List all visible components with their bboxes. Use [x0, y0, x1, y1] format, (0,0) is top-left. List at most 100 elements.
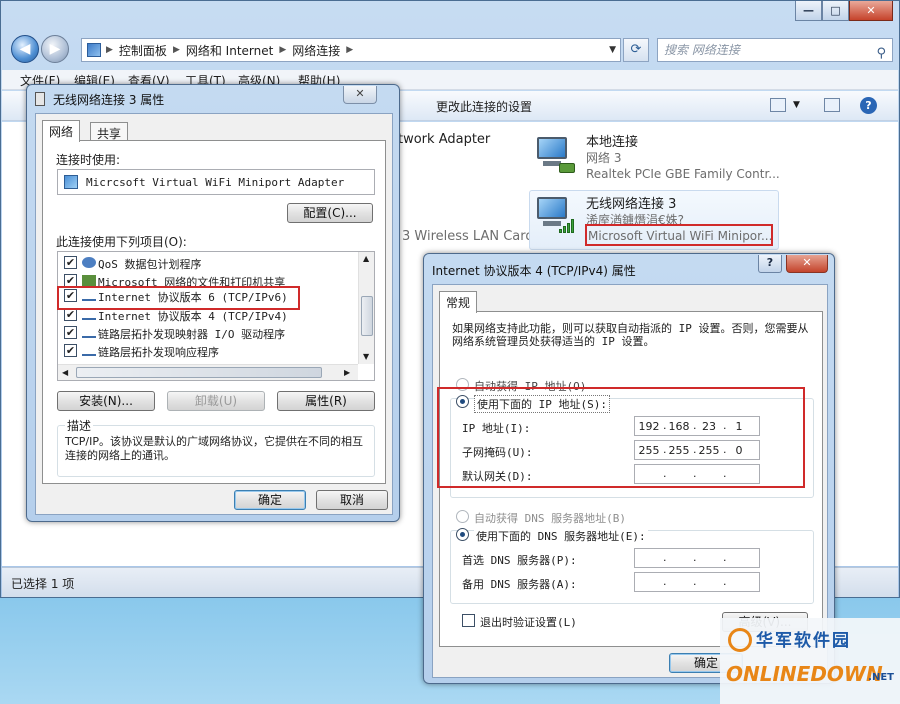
control-panel-icon [87, 43, 101, 57]
maximize-button[interactable]: □ [822, 1, 849, 21]
highlight-box [585, 224, 773, 246]
adapter-name: 本地连接 [586, 135, 639, 150]
cancel-button[interactable]: 取消 [316, 490, 388, 510]
chevron-down-icon[interactable]: ▼ [793, 100, 800, 110]
watermark-net: .NET [868, 672, 894, 683]
chevron-right-icon: ▶ [346, 45, 354, 55]
alternate-dns-field[interactable]: ... [634, 572, 760, 592]
uninstall-button[interactable]: 卸载(U) [167, 391, 265, 411]
scrollbar-thumb[interactable] [76, 367, 322, 378]
manual-dns-radio[interactable] [456, 528, 469, 541]
breadcrumb-network-connections[interactable]: 网络连接 [292, 42, 340, 59]
configure-button[interactable]: 配置(C)... [287, 203, 373, 223]
chevron-right-icon: ▶ [172, 45, 180, 55]
install-button[interactable]: 安装(N)... [57, 391, 155, 411]
manual-dns-label: 使用下面的 DNS 服务器地址(E): [474, 528, 648, 544]
validate-label: 退出时验证设置(L) [480, 616, 577, 629]
close-button[interactable]: ✕ [343, 86, 377, 104]
back-button[interactable]: ◀ [11, 35, 39, 63]
window-caption-buttons: — □ ✕ [795, 1, 893, 21]
adapter-name: Micrcsoft Virtual WiFi Miniport Adapter [86, 176, 345, 189]
minimize-button[interactable]: — [795, 1, 822, 21]
network-icon [35, 92, 45, 106]
preferred-dns-field[interactable]: ... [634, 548, 760, 568]
highlight-box [57, 286, 300, 310]
chevron-right-icon[interactable]: ▶ [344, 368, 350, 377]
checkbox[interactable]: ✔ [64, 256, 77, 269]
close-button[interactable]: ✕ [849, 1, 893, 21]
adapter-icon [64, 175, 78, 189]
share-icon [82, 275, 96, 286]
preferred-dns-label: 首选 DNS 服务器(P): [462, 554, 577, 567]
watermark-en-text: ONLINEDOWN [726, 662, 883, 686]
watermark-en: ONLINEDOWN [726, 662, 883, 686]
network-tab-panel: 连接时使用: Micrcsoft Virtual WiFi Miniport A… [42, 140, 386, 484]
checkbox[interactable]: ✔ [64, 344, 77, 357]
breadcrumb-network-internet[interactable]: 网络和 Internet [186, 42, 273, 59]
list-item[interactable]: ✔ QoS 数据包计划程序 [62, 254, 358, 271]
chevron-down-icon[interactable]: ▼ [363, 352, 369, 361]
list-item-label: 链路层拓扑发现映射器 I/O 驱动程序 [98, 328, 286, 341]
forward-button[interactable]: ▶ [41, 35, 69, 63]
scrollbar-thumb[interactable] [361, 296, 373, 336]
watermark-cn: 华军软件园 [756, 631, 851, 651]
chevron-right-icon: ▶ [279, 45, 287, 55]
chevron-left-icon[interactable]: ◀ [62, 368, 68, 377]
onlinedown-watermark-logo: 华军软件园 ONLINEDOWN .NET [720, 618, 900, 704]
auto-dns-label: 自动获得 DNS 服务器地址(B) [474, 512, 626, 525]
refresh-button[interactable]: ⟳ [623, 38, 649, 62]
search-placeholder: 搜索 网络连接 [664, 43, 740, 57]
alternate-dns-label: 备用 DNS 服务器(A): [462, 578, 577, 591]
preview-pane-icon[interactable] [824, 98, 840, 112]
tab-general[interactable]: 常规 [439, 291, 478, 313]
vertical-scrollbar[interactable]: ▲ ▼ [358, 252, 374, 364]
search-icon: ⚲ [876, 46, 886, 61]
status-text: 已选择 1 项 [11, 577, 75, 591]
tab-network[interactable]: 网络 [42, 120, 81, 142]
chevron-down-icon[interactable]: ▼ [609, 45, 616, 55]
description-text: TCP/IP。该协议是默认的广域网络协议，它提供在不同的相互连接的网络上的通讯。 [65, 435, 363, 462]
wireless-adapter-icon [533, 195, 574, 233]
breadcrumb-control-panel[interactable]: 控制面板 [119, 42, 167, 59]
adapter-local-connection[interactable]: 本地连接 网络 3 Realtek PCIe GBE Family Contr.… [531, 131, 801, 183]
protocol-icon [82, 327, 96, 338]
dialog-title: Internet 协议版本 4 (TCP/IPv4) 属性 [432, 264, 636, 278]
help-icon[interactable]: ? [860, 97, 877, 114]
list-item-label: QoS 数据包计划程序 [98, 258, 202, 271]
logo-ring-icon [728, 628, 752, 652]
qos-icon [82, 257, 96, 268]
close-button[interactable]: ✕ [786, 255, 828, 273]
adapter-device: Realtek PCIe GBE Family Contr... [586, 167, 780, 181]
adapter-network: 网络 3 [586, 151, 622, 165]
view-options-icon[interactable] [770, 98, 786, 112]
protocol-icon [82, 309, 96, 320]
checkbox[interactable]: ✔ [64, 326, 77, 339]
address-bar[interactable]: ▶ 控制面板 ▶ 网络和 Internet ▶ 网络连接 ▶ ▼ [81, 38, 621, 62]
ok-button[interactable]: 确定 [234, 490, 306, 510]
list-item[interactable]: ✔ 链路层拓扑发现响应程序 [62, 342, 358, 359]
adapter-field: Micrcsoft Virtual WiFi Miniport Adapter [57, 169, 375, 195]
components-list: ✔ QoS 数据包计划程序 ✔ Microsoft 网络的文件和打印机共享 ✔ … [57, 251, 375, 381]
adapter-name-partial: twork Adapter [398, 132, 491, 147]
navigation-bar: ◀ ▶ ▶ 控制面板 ▶ 网络和 Internet ▶ 网络连接 ▶ ▼ ⟳ 搜… [9, 35, 893, 65]
validate-checkbox[interactable] [462, 614, 475, 627]
highlight-box [437, 387, 805, 488]
list-item-label: Internet 协议版本 4 (TCP/IPv4) [98, 310, 288, 323]
protocol-icon [82, 345, 96, 356]
change-settings-command[interactable]: 更改此连接的设置 [436, 98, 532, 115]
dialog-title: 无线网络连接 3 属性 [53, 93, 165, 107]
auto-dns-radio[interactable] [456, 510, 469, 523]
properties-button[interactable]: 属性(R) [277, 391, 375, 411]
network-adapter-icon [533, 135, 575, 173]
description-label: 描述 [65, 417, 94, 434]
dialog-body: 网络 共享 连接时使用: Micrcsoft Virtual WiFi Mini… [35, 113, 393, 515]
adapter-device-partial: 3 Wireless LAN Card [402, 229, 534, 244]
horizontal-scrollbar[interactable]: ◀ ▶ [58, 364, 358, 380]
intro-text: 如果网络支持此功能，则可以获取自动指派的 IP 设置。否则，您需要从网络系统管理… [452, 322, 809, 348]
list-item[interactable]: ✔ 链路层拓扑发现映射器 I/O 驱动程序 [62, 324, 358, 341]
connect-using-label: 连接时使用: [56, 153, 121, 167]
list-item-label: 链路层拓扑发现响应程序 [98, 346, 219, 359]
help-button[interactable]: ? [758, 255, 782, 273]
search-input[interactable]: 搜索 网络连接 ⚲ [657, 38, 893, 62]
chevron-up-icon[interactable]: ▲ [363, 254, 369, 263]
